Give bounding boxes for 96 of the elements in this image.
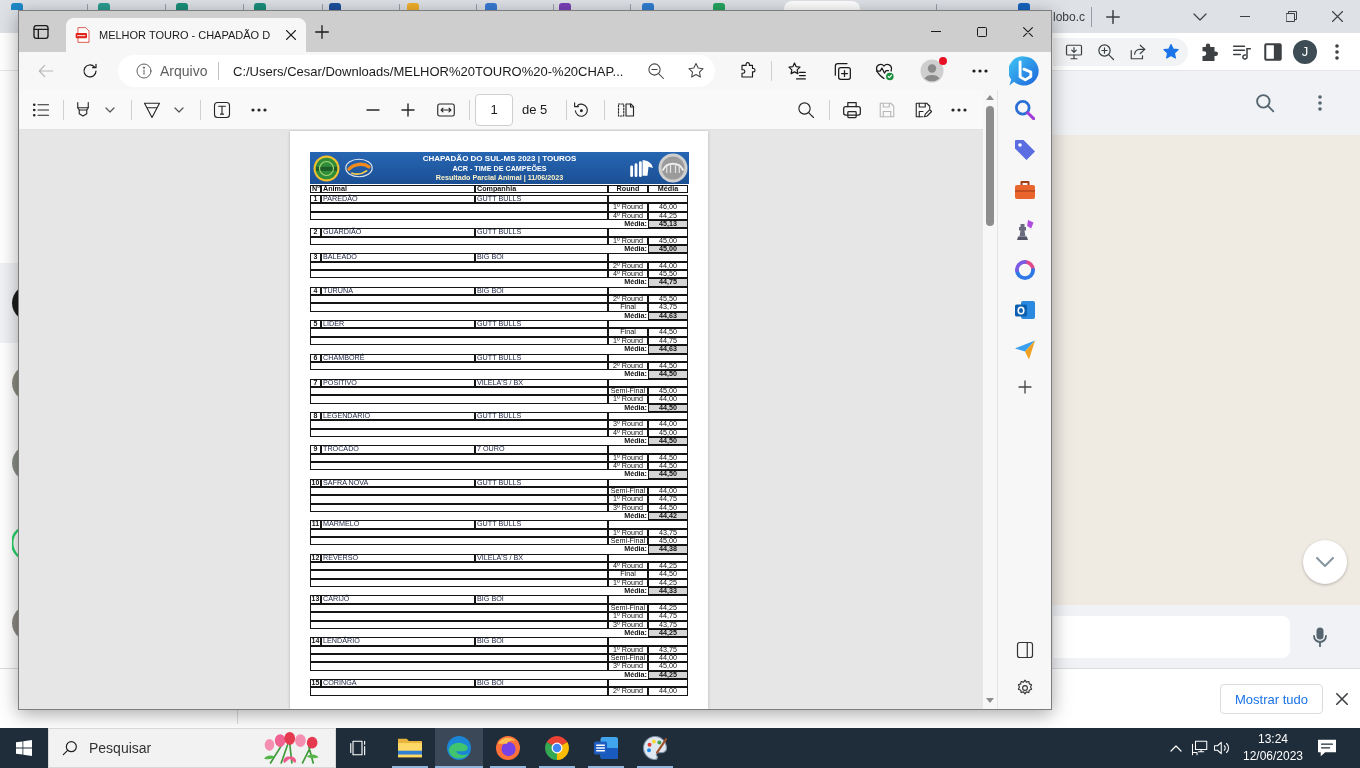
maximize-icon[interactable]	[977, 26, 987, 37]
clock-date[interactable]: 12/06/2023	[1242, 748, 1304, 765]
document-icon[interactable]	[594, 736, 618, 760]
sidebar-toggle-icon[interactable]	[1015, 641, 1034, 659]
highlighter-icon[interactable]	[74, 100, 92, 119]
scrollbar-thumb[interactable]	[986, 106, 994, 226]
tab-favicon-icon[interactable]	[559, 3, 571, 10]
new-tab-icon[interactable]	[315, 24, 329, 39]
extensions-icon[interactable]	[739, 62, 757, 80]
search-field[interactable]: Pesquisar	[48, 728, 336, 768]
save-as-icon[interactable]	[914, 100, 932, 119]
tab-title[interactable]: lobo.c	[1053, 9, 1086, 24]
paper-plane-icon[interactable]	[1014, 340, 1035, 360]
zoom-in-icon[interactable]	[1097, 42, 1115, 61]
scroll-down-icon[interactable]	[986, 698, 994, 703]
chevron-down-icon[interactable]	[1316, 557, 1334, 567]
share-icon[interactable]	[1129, 42, 1147, 61]
pdf-file-icon	[75, 27, 91, 43]
add-icon[interactable]	[1017, 380, 1032, 394]
palette-icon[interactable]	[643, 736, 667, 760]
ring-logo-icon[interactable]	[1014, 260, 1035, 280]
zoom-out-icon[interactable]	[366, 108, 380, 111]
reload-icon[interactable]	[82, 63, 98, 79]
message-field[interactable]	[1053, 615, 1290, 658]
briefcase-icon[interactable]	[1014, 180, 1035, 200]
tag-icon[interactable]	[1014, 140, 1035, 160]
pen-icon[interactable]	[143, 100, 161, 119]
scroll-down-button[interactable]	[1303, 540, 1347, 584]
browser-tab[interactable]: MELHOR TOURO - CHAPADÃO D	[66, 18, 306, 52]
show-all-button[interactable]: Mostrar tudo	[1220, 684, 1323, 714]
swoosh-logo-icon	[345, 158, 373, 178]
page-number-field[interactable]: 1	[475, 93, 513, 126]
round-emblem-icon	[313, 154, 340, 182]
contents-icon[interactable]	[32, 100, 50, 119]
report-title: CHAPADÃO DO SUL-MS 2023 | TOUROS	[422, 154, 577, 164]
browser-icon[interactable]	[496, 736, 520, 760]
text-box-icon[interactable]	[213, 100, 231, 119]
more-icon[interactable]	[951, 107, 967, 112]
page-count-label: de 5	[522, 102, 548, 117]
chat-assistant-icon[interactable]	[1009, 56, 1039, 86]
tab-title: MELHOR TOURO - CHAPADÃO D	[99, 29, 272, 41]
fit-width-icon[interactable]	[437, 102, 455, 117]
profile-avatar[interactable]: J	[1293, 39, 1317, 64]
caret-down-icon[interactable]	[105, 106, 115, 113]
favorite-star-icon[interactable]	[687, 62, 705, 80]
heart-pulse-icon[interactable]	[874, 61, 894, 81]
tab-favicon-icon[interactable]	[1018, 3, 1030, 10]
info-icon[interactable]	[136, 63, 152, 79]
url-text: C:/Users/Cesar/Downloads/MELHOR%20TOURO%20-%20CHAP...	[233, 63, 624, 79]
settings-icon[interactable]	[1015, 679, 1034, 697]
more-icon[interactable]	[972, 69, 988, 73]
restore-icon[interactable]	[1285, 11, 1297, 22]
volume-icon[interactable]	[1213, 739, 1231, 757]
more-icon[interactable]	[251, 107, 267, 112]
search-icon[interactable]	[797, 100, 815, 119]
scroll-up-icon[interactable]	[986, 95, 994, 100]
close-icon[interactable]	[1331, 11, 1343, 22]
rotate-icon[interactable]	[572, 100, 590, 119]
tab-close-icon[interactable]	[286, 30, 296, 40]
chess-piece-icon[interactable]	[1014, 220, 1035, 240]
task-view-icon[interactable]	[350, 739, 368, 757]
folder-icon[interactable]	[398, 736, 422, 760]
site-info-label[interactable]: Arquivo	[160, 63, 208, 79]
chevron-up-icon[interactable]	[1170, 744, 1182, 752]
print-icon[interactable]	[842, 99, 862, 120]
arched-emblem-icon	[658, 153, 688, 183]
caret-down-icon[interactable]	[1193, 12, 1207, 21]
new-tab-icon[interactable]	[1106, 9, 1120, 24]
favorites-icon[interactable]	[787, 61, 807, 81]
close-icon[interactable]	[1336, 693, 1348, 705]
zoom-in-icon[interactable]	[401, 102, 415, 117]
start-icon[interactable]	[16, 740, 32, 756]
browser-icon[interactable]	[545, 736, 569, 760]
zoom-out-icon[interactable]	[647, 62, 665, 80]
clock-time[interactable]: 13:24	[1258, 731, 1288, 748]
tab-actions-icon[interactable]	[33, 23, 49, 40]
caret-down-icon[interactable]	[174, 106, 184, 113]
extensions-icon[interactable]	[1201, 42, 1219, 61]
network-icon[interactable]	[1191, 739, 1209, 757]
striped-logo-icon	[630, 158, 654, 178]
address-field[interactable]	[1053, 37, 1188, 66]
install-app-icon[interactable]	[1065, 42, 1083, 61]
address-field[interactable]: Arquivo C:/Users/Cesar/Downloads/MELHOR%20TOURO%20-%20CHAP...	[118, 55, 715, 87]
tab-favicon-icon[interactable]	[329, 3, 341, 10]
profile-avatar-icon[interactable]	[920, 59, 944, 83]
chat-row[interactable]	[0, 263, 18, 343]
microphone-icon[interactable]	[1313, 626, 1327, 647]
more-icon[interactable]	[1335, 43, 1339, 60]
bookmark-star-icon[interactable]	[1162, 42, 1180, 61]
mail-app-icon[interactable]	[1014, 300, 1035, 320]
page-view-icon[interactable]	[617, 100, 635, 119]
side-panel-icon[interactable]	[1264, 42, 1282, 61]
notifications-icon[interactable]	[1318, 739, 1336, 757]
search-icon[interactable]	[62, 740, 78, 756]
close-icon[interactable]	[1023, 26, 1033, 37]
collections-icon[interactable]	[832, 61, 852, 81]
